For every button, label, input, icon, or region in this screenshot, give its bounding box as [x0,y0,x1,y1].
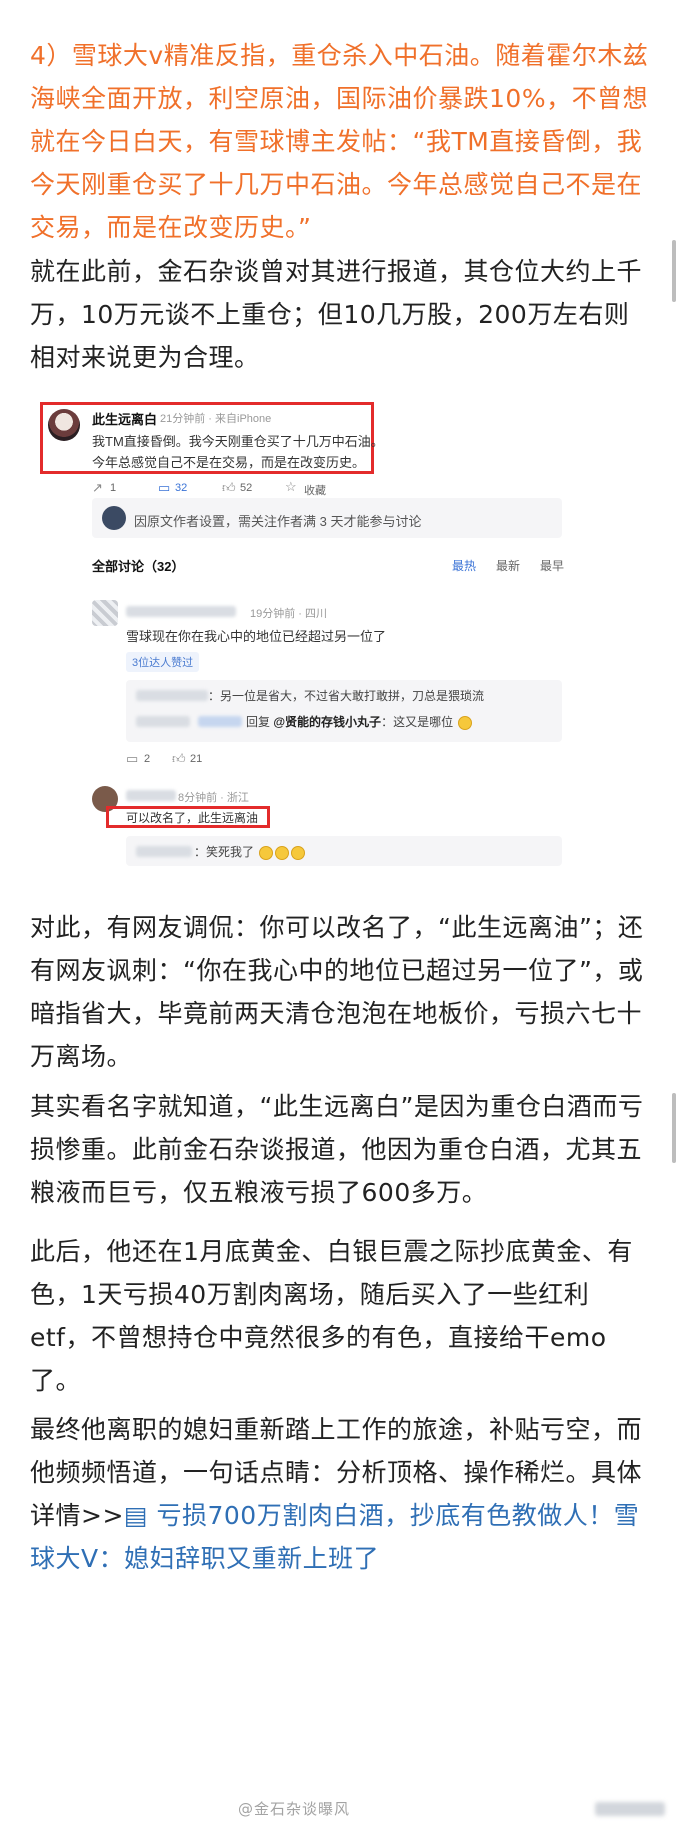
laugh-emoji-icon [291,845,306,860]
laugh-emoji-icon [275,845,290,860]
reply-text-1: ：另一位是省大，不过省大敢打敢拼，刀总是猥琐流 [208,689,485,703]
paragraph-name-origin: 其实看名字就知道，“此生远离白”是因为重仓白酒而亏损惨重。此前金石杂谈报道，他因… [30,1092,644,1207]
post-line-2: 今年总感觉自己不是在交易，而是在改变历史。 [92,455,366,470]
scrollbar-2[interactable] [672,1093,676,1163]
post-author-name[interactable]: 此生远离白 [92,409,157,428]
commenter-avatar[interactable] [92,600,118,626]
comment-like-icon[interactable]: 👍︎ [172,751,186,767]
paragraph-losses: 此后，他还在1月底黄金、白银巨震之际抄底黄金、有色，1天亏损40万割肉离场，随后… [30,1237,633,1395]
post-line-1: 我TM直接昏倒。我今天刚重仓买了十几万中石油。 [92,434,384,449]
smile-emoji-icon [458,715,473,730]
watermark: @金石杂谈曝风 [238,1800,351,1818]
reply-text-2: 回复 @贤能的存钱小丸子：这又是哪位 [246,713,473,730]
comment-meta-2: 8分钟前 · 浙江 [178,792,249,804]
tab-hottest[interactable]: 最热 [452,557,476,574]
reply-prefix: 回复 [246,715,271,729]
author-avatar [48,409,80,441]
post-meta: 21分钟前 · 来自iPhone [160,413,272,425]
tab-earliest[interactable]: 最早 [540,557,564,574]
notice-text: 因原文作者设置，需关注作者满 3 天才能参与讨论 [134,514,422,529]
comment-icon[interactable]: ▭ [158,480,170,496]
reply-author-redacted-4 [136,846,192,857]
reply-author-redacted [136,690,208,701]
commenter-name-redacted-2 [126,790,176,801]
comment-reply-icon[interactable]: ▭ [126,751,138,767]
tab-newest[interactable]: 最新 [496,557,520,574]
repost-count: 1 [110,482,117,494]
favorite-label[interactable]: 收藏 [304,482,326,498]
paragraph-reactions: 对此，有网友调侃：你可以改名了，“此生远离油”；还有网友讽刺：“你在我心中的地位… [30,913,644,1071]
comment-text-2: 可以改名了，此生远离油 [126,811,259,825]
article-link-icon[interactable]: ▤ [124,1501,157,1530]
reply-author-redacted-2 [136,716,190,727]
discussion-title: 全部讨论（32） [92,559,185,574]
reply-text-3: ：笑死我了 [194,843,306,860]
comment-text: 雪球现在你在我心中的地位已经超过另一位了 [126,629,387,644]
reply-text-2-body: ：这又是哪位 [381,715,454,729]
comment-count: 32 [175,482,188,494]
reply-text-3-body: ：笑死我了 [194,845,255,859]
expert-like-badge[interactable]: 3位达人赞过 [126,652,200,672]
reply-author-redacted-3 [198,716,242,727]
like-count: 52 [240,482,253,494]
scrollbar[interactable] [672,240,676,302]
laugh-emoji-icon [259,845,274,860]
comment-meta: 19分钟前 · 四川 [250,608,328,620]
comment-like-count: 21 [190,753,203,765]
commenter-name-redacted [126,606,236,617]
watermark-redacted [595,1802,665,1816]
favorite-icon[interactable]: ☆ [285,479,297,495]
paragraph-intro: 4）雪球大v精准反指，重仓杀入中石油。随着霍尔木兹海峡全面开放，利空原油，国际油… [30,41,649,242]
notice-avatar [102,506,126,530]
repost-icon[interactable]: ↗ [92,480,103,496]
reply-mention[interactable]: @贤能的存钱小丸子 [273,715,381,729]
paragraph-background: 就在此前，金石杂谈曾对其进行报道，其仓位大约上千万，10万元谈不上重仓；但10几… [30,257,643,372]
paragraph-conclusion: 最终他离职的媳妇重新踏上工作的旅途，补贴亏空，而他频频悟道，一句话点睛：分析顶格… [30,1408,650,1580]
like-icon[interactable]: 👍︎ [222,480,236,496]
comment-reply-count: 2 [144,753,151,765]
